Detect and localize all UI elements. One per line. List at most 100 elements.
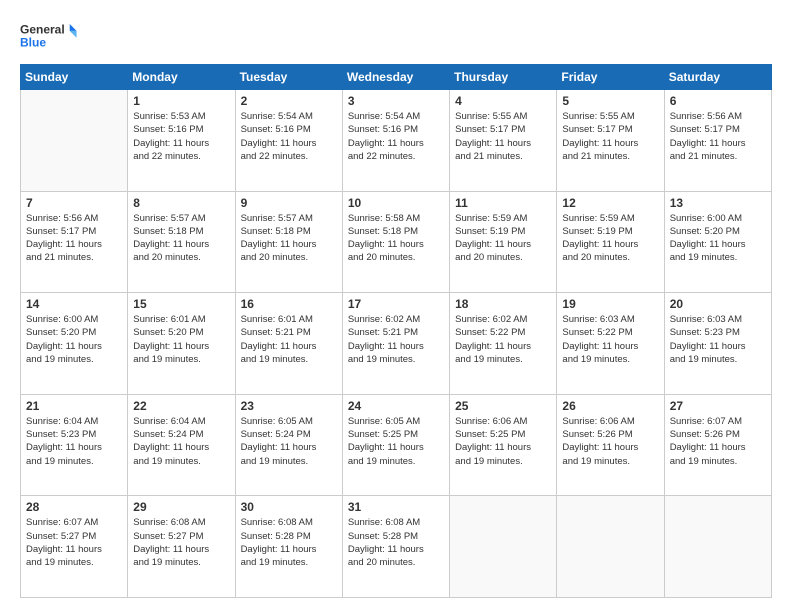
calendar-header-sunday: Sunday xyxy=(21,65,128,90)
day-info: Sunrise: 6:05 AM Sunset: 5:25 PM Dayligh… xyxy=(348,415,444,468)
day-info: Sunrise: 5:55 AM Sunset: 5:17 PM Dayligh… xyxy=(455,110,551,163)
logo-svg: General Blue xyxy=(20,18,80,54)
calendar-cell: 19 Sunrise: 6:03 AM Sunset: 5:22 PM Dayli… xyxy=(557,293,664,395)
calendar-header-monday: Monday xyxy=(128,65,235,90)
day-number: 9 xyxy=(241,196,337,210)
page: General Blue SundayMondayTuesdayWednesda… xyxy=(0,0,792,612)
day-number: 17 xyxy=(348,297,444,311)
day-number: 5 xyxy=(562,94,658,108)
header: General Blue xyxy=(20,18,772,54)
day-info: Sunrise: 6:03 AM Sunset: 5:23 PM Dayligh… xyxy=(670,313,766,366)
calendar-week-2: 14Sunrise: 6:00 AM Sunset: 5:20 PM Dayli… xyxy=(21,293,772,395)
calendar-header-row: SundayMondayTuesdayWednesdayThursdayFrid… xyxy=(21,65,772,90)
day-number: 26 xyxy=(562,399,658,413)
day-number: 25 xyxy=(455,399,551,413)
day-info: Sunrise: 5:57 AM Sunset: 5:18 PM Dayligh… xyxy=(241,212,337,265)
day-number: 12 xyxy=(562,196,658,210)
calendar-cell: 6 Sunrise: 5:56 AM Sunset: 5:17 PM Daylig… xyxy=(664,90,771,192)
calendar-cell: 16Sunrise: 6:01 AM Sunset: 5:21 PM Dayli… xyxy=(235,293,342,395)
svg-text:General: General xyxy=(20,22,65,36)
calendar-cell xyxy=(557,496,664,598)
calendar-cell: 30 Sunrise: 6:08 AM Sunset: 5:28 PM Dayli… xyxy=(235,496,342,598)
calendar-cell xyxy=(664,496,771,598)
day-info: Sunrise: 5:56 AM Sunset: 5:17 PM Dayligh… xyxy=(670,110,766,163)
day-number: 18 xyxy=(455,297,551,311)
day-number: 8 xyxy=(133,196,229,210)
calendar-header-thursday: Thursday xyxy=(450,65,557,90)
day-number: 6 xyxy=(670,94,766,108)
day-number: 22 xyxy=(133,399,229,413)
day-info: Sunrise: 6:04 AM Sunset: 5:24 PM Dayligh… xyxy=(133,415,229,468)
day-info: Sunrise: 5:57 AM Sunset: 5:18 PM Dayligh… xyxy=(133,212,229,265)
calendar-cell: 9 Sunrise: 5:57 AM Sunset: 5:18 PM Daylig… xyxy=(235,191,342,293)
logo: General Blue xyxy=(20,18,80,54)
calendar-cell: 13 Sunrise: 6:00 AM Sunset: 5:20 PM Dayli… xyxy=(664,191,771,293)
day-number: 11 xyxy=(455,196,551,210)
calendar-cell: 15 Sunrise: 6:01 AM Sunset: 5:20 PM Dayli… xyxy=(128,293,235,395)
day-number: 2 xyxy=(241,94,337,108)
calendar-cell: 4 Sunrise: 5:55 AM Sunset: 5:17 PM Daylig… xyxy=(450,90,557,192)
day-info: Sunrise: 5:54 AM Sunset: 5:16 PM Dayligh… xyxy=(241,110,337,163)
calendar-table: SundayMondayTuesdayWednesdayThursdayFrid… xyxy=(20,64,772,598)
calendar-cell: 14Sunrise: 6:00 AM Sunset: 5:20 PM Dayli… xyxy=(21,293,128,395)
calendar-week-4: 28 Sunrise: 6:07 AM Sunset: 5:27 PM Dayli… xyxy=(21,496,772,598)
day-number: 19 xyxy=(562,297,658,311)
day-info: Sunrise: 5:54 AM Sunset: 5:16 PM Dayligh… xyxy=(348,110,444,163)
day-info: Sunrise: 5:59 AM Sunset: 5:19 PM Dayligh… xyxy=(562,212,658,265)
calendar-header-saturday: Saturday xyxy=(664,65,771,90)
calendar-week-3: 21 Sunrise: 6:04 AM Sunset: 5:23 PM Dayli… xyxy=(21,394,772,496)
calendar-cell: 17Sunrise: 6:02 AM Sunset: 5:21 PM Dayli… xyxy=(342,293,449,395)
calendar-header-wednesday: Wednesday xyxy=(342,65,449,90)
day-number: 24 xyxy=(348,399,444,413)
calendar-cell xyxy=(450,496,557,598)
calendar-cell: 26 Sunrise: 6:06 AM Sunset: 5:26 PM Dayli… xyxy=(557,394,664,496)
calendar-cell: 8 Sunrise: 5:57 AM Sunset: 5:18 PM Daylig… xyxy=(128,191,235,293)
calendar-cell: 29 Sunrise: 6:08 AM Sunset: 5:27 PM Dayli… xyxy=(128,496,235,598)
day-number: 15 xyxy=(133,297,229,311)
day-info: Sunrise: 6:04 AM Sunset: 5:23 PM Dayligh… xyxy=(26,415,122,468)
calendar-cell: 28 Sunrise: 6:07 AM Sunset: 5:27 PM Dayli… xyxy=(21,496,128,598)
day-number: 31 xyxy=(348,500,444,514)
day-number: 4 xyxy=(455,94,551,108)
day-info: Sunrise: 6:08 AM Sunset: 5:28 PM Dayligh… xyxy=(241,516,337,569)
day-number: 20 xyxy=(670,297,766,311)
day-number: 13 xyxy=(670,196,766,210)
calendar-cell xyxy=(21,90,128,192)
calendar-cell: 31Sunrise: 6:08 AM Sunset: 5:28 PM Dayli… xyxy=(342,496,449,598)
calendar-cell: 21 Sunrise: 6:04 AM Sunset: 5:23 PM Dayli… xyxy=(21,394,128,496)
calendar-cell: 22 Sunrise: 6:04 AM Sunset: 5:24 PM Dayli… xyxy=(128,394,235,496)
day-info: Sunrise: 6:08 AM Sunset: 5:27 PM Dayligh… xyxy=(133,516,229,569)
calendar-header-tuesday: Tuesday xyxy=(235,65,342,90)
day-number: 21 xyxy=(26,399,122,413)
day-info: Sunrise: 6:05 AM Sunset: 5:24 PM Dayligh… xyxy=(241,415,337,468)
day-info: Sunrise: 6:01 AM Sunset: 5:20 PM Dayligh… xyxy=(133,313,229,366)
day-info: Sunrise: 6:00 AM Sunset: 5:20 PM Dayligh… xyxy=(670,212,766,265)
day-number: 29 xyxy=(133,500,229,514)
day-number: 16 xyxy=(241,297,337,311)
day-info: Sunrise: 6:06 AM Sunset: 5:25 PM Dayligh… xyxy=(455,415,551,468)
calendar-cell: 1 Sunrise: 5:53 AM Sunset: 5:16 PM Daylig… xyxy=(128,90,235,192)
day-info: Sunrise: 6:07 AM Sunset: 5:27 PM Dayligh… xyxy=(26,516,122,569)
calendar-cell: 20 Sunrise: 6:03 AM Sunset: 5:23 PM Dayli… xyxy=(664,293,771,395)
day-info: Sunrise: 6:06 AM Sunset: 5:26 PM Dayligh… xyxy=(562,415,658,468)
day-number: 30 xyxy=(241,500,337,514)
day-number: 1 xyxy=(133,94,229,108)
calendar-cell: 10 Sunrise: 5:58 AM Sunset: 5:18 PM Dayli… xyxy=(342,191,449,293)
calendar-cell: 18Sunrise: 6:02 AM Sunset: 5:22 PM Dayli… xyxy=(450,293,557,395)
day-number: 10 xyxy=(348,196,444,210)
day-info: Sunrise: 6:00 AM Sunset: 5:20 PM Dayligh… xyxy=(26,313,122,366)
day-number: 28 xyxy=(26,500,122,514)
day-info: Sunrise: 5:55 AM Sunset: 5:17 PM Dayligh… xyxy=(562,110,658,163)
day-number: 7 xyxy=(26,196,122,210)
day-info: Sunrise: 6:03 AM Sunset: 5:22 PM Dayligh… xyxy=(562,313,658,366)
day-number: 3 xyxy=(348,94,444,108)
svg-text:Blue: Blue xyxy=(20,35,46,49)
calendar-week-1: 7Sunrise: 5:56 AM Sunset: 5:17 PM Daylig… xyxy=(21,191,772,293)
day-info: Sunrise: 5:53 AM Sunset: 5:16 PM Dayligh… xyxy=(133,110,229,163)
calendar-cell: 12 Sunrise: 5:59 AM Sunset: 5:19 PM Dayli… xyxy=(557,191,664,293)
day-number: 27 xyxy=(670,399,766,413)
calendar-cell: 5 Sunrise: 5:55 AM Sunset: 5:17 PM Daylig… xyxy=(557,90,664,192)
day-number: 23 xyxy=(241,399,337,413)
day-info: Sunrise: 5:58 AM Sunset: 5:18 PM Dayligh… xyxy=(348,212,444,265)
calendar-cell: 2 Sunrise: 5:54 AM Sunset: 5:16 PM Daylig… xyxy=(235,90,342,192)
